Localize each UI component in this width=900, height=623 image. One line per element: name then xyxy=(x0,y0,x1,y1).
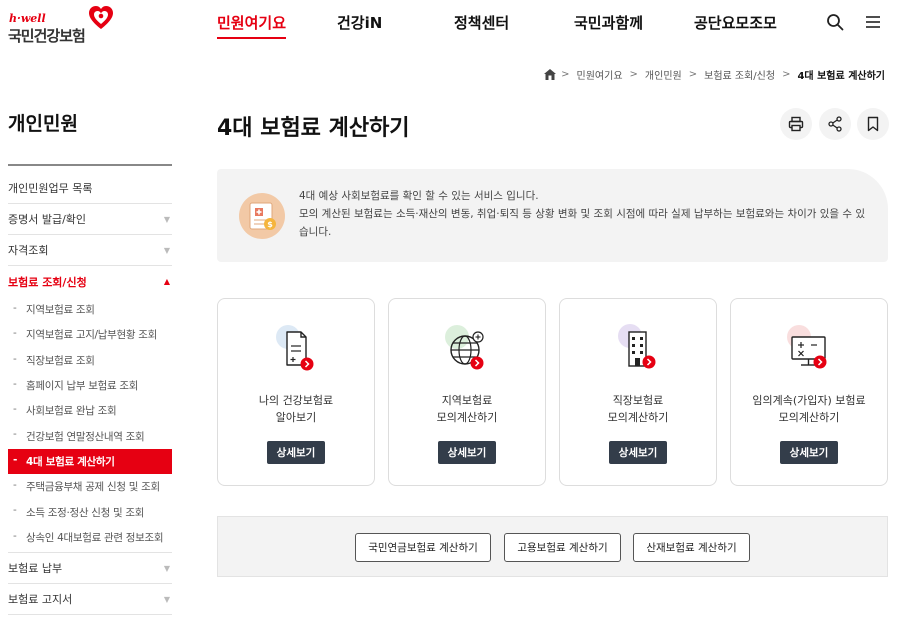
breadcrumb-current: 4대 보험료 계산하기 xyxy=(797,70,885,82)
sidebar-item-notice[interactable]: 보험료 고지서 ▼ xyxy=(8,584,172,615)
submenu-item[interactable]: 홈페이지 납부 보험료 조회 xyxy=(8,373,172,398)
nav-item-policy[interactable]: 정책센터 xyxy=(454,12,509,33)
calculator-cards: 나의 건강보험료 알아보기 상세보기 지역보험료 모의계산하기 상세보기 직장보… xyxy=(217,298,888,486)
search-icon[interactable] xyxy=(826,13,844,31)
chevron-down-icon: ▼ xyxy=(163,563,170,573)
chevron-right-icon: > xyxy=(629,68,638,80)
submenu-item[interactable]: 건강보험 연말정산내역 조회 xyxy=(8,423,172,448)
site-logo[interactable]: h·well 국민건강보험 xyxy=(8,6,118,45)
sidebar-item-label: 자격조회 xyxy=(8,244,49,257)
submenu-item[interactable]: 상속인 4대보험료 관련 정보조회 xyxy=(8,525,172,550)
card-voluntary-premium[interactable]: 임의계속(가입자) 보험료 모의계산하기 상세보기 xyxy=(730,298,888,486)
sidebar-item-label: 증명서 발급/확인 xyxy=(8,213,87,226)
card-title: 임의계속(가입자) 보험료 모의계산하기 xyxy=(752,394,866,424)
sidebar-item-premium-inquiry[interactable]: 보험료 조회/신청 ▲ xyxy=(8,266,172,297)
print-icon xyxy=(788,116,804,132)
sidebar-item-list[interactable]: 개인민원업무 목록 xyxy=(8,173,172,204)
sidebar-item-label: 보험료 조회/신청 xyxy=(8,275,87,289)
breadcrumb-item[interactable]: 민원여기요 xyxy=(577,67,623,82)
chevron-down-icon: ▼ xyxy=(163,246,170,255)
sidebar-menu: 개인민원업무 목록 증명서 발급/확인 ▼ 자격조회 ▼ 보험료 조회/신청 ▲… xyxy=(8,173,172,615)
logo-name: 국민건강보험 xyxy=(8,27,86,45)
sidebar-title: 개인민원 xyxy=(8,113,78,135)
sidebar-item-label: 보험료 납부 xyxy=(8,561,63,575)
sidebar-item-payment[interactable]: 보험료 납부 ▼ xyxy=(8,553,172,584)
svg-text:$: $ xyxy=(267,220,273,229)
globe-icon xyxy=(445,325,484,370)
chevron-down-icon: ▼ xyxy=(163,594,170,604)
bookmark-icon xyxy=(867,116,879,132)
submenu-item[interactable]: 직장보험료 조회 xyxy=(8,348,172,373)
page-title: 4대 보험료 계산하기 xyxy=(217,116,410,141)
submenu-item[interactable]: 사회보험료 완납 조회 xyxy=(8,398,172,423)
menu-icon[interactable] xyxy=(864,13,882,31)
submenu-item[interactable]: 주택금융부채 공제 신청 및 조회 xyxy=(8,474,172,499)
sidebar-item-label: 개인민원업무 목록 xyxy=(8,182,93,195)
detail-button[interactable]: 상세보기 xyxy=(609,441,667,464)
nav-item-about[interactable]: 공단요모조모 xyxy=(694,12,777,33)
card-title: 지역보험료 모의계산하기 xyxy=(436,394,498,424)
submenu-item[interactable]: 지역보험료 고지/납부현황 조회 xyxy=(8,322,172,347)
detail-button[interactable]: 상세보기 xyxy=(438,441,496,464)
info-box: $ 4대 예상 사회보험료를 확인 할 수 있는 서비스 입니다. 모의 계산된… xyxy=(217,169,888,262)
sidebar-item-label: 보험료 고지서 xyxy=(8,592,73,606)
breadcrumb: > 민원여기요 > 개인민원 > 보험료 조회/신청 > 4대 보험료 계산하기 xyxy=(544,66,887,82)
chevron-down-icon: ▼ xyxy=(163,215,170,224)
nav-item-health-in[interactable]: 건강iN xyxy=(337,12,382,33)
card-title: 나의 건강보험료 알아보기 xyxy=(258,394,334,424)
home-icon[interactable] xyxy=(544,68,557,80)
sidebar-submenu: 지역보험료 조회 지역보험료 고지/납부현황 조회 직장보험료 조회 홈페이지 … xyxy=(8,297,172,553)
detail-button[interactable]: 상세보기 xyxy=(780,441,838,464)
employment-insurance-calc-button[interactable]: 고용보험료 계산하기 xyxy=(504,533,621,562)
info-text: 4대 예상 사회보험료를 확인 할 수 있는 서비스 입니다. 모의 계산된 보… xyxy=(299,187,869,241)
insurance-document-icon: $ xyxy=(239,193,285,239)
info-line: 4대 예상 사회보험료를 확인 할 수 있는 서비스 입니다. xyxy=(299,190,539,202)
submenu-item[interactable]: 지역보험료 조회 xyxy=(8,297,172,322)
breadcrumb-item[interactable]: 보험료 조회/신청 xyxy=(704,67,775,82)
nav-item-with-people[interactable]: 국민과함께 xyxy=(574,12,643,33)
detail-button[interactable]: 상세보기 xyxy=(267,441,325,464)
sidebar-item-certificate[interactable]: 증명서 발급/확인 ▼ xyxy=(8,204,172,235)
sidebar-submenu-list: 지역보험료 조회 지역보험료 고지/납부현황 조회 직장보험료 조회 홈페이지 … xyxy=(8,297,172,550)
card-regional-premium[interactable]: 지역보험료 모의계산하기 상세보기 xyxy=(388,298,546,486)
calculator-monitor-icon xyxy=(787,325,827,369)
card-workplace-premium[interactable]: 직장보험료 모의계산하기 상세보기 xyxy=(559,298,717,486)
card-title: 직장보험료 모의계산하기 xyxy=(607,394,669,424)
share-button[interactable] xyxy=(819,108,851,140)
chevron-right-icon: > xyxy=(561,68,570,80)
building-icon xyxy=(618,324,656,369)
other-calculators: 국민연금보험료 계산하기 고용보험료 계산하기 산재보험료 계산하기 xyxy=(217,516,888,577)
bookmark-button[interactable] xyxy=(857,108,889,140)
chevron-right-icon: > xyxy=(688,68,698,80)
submenu-item-active[interactable]: 4대 보험료 계산하기 xyxy=(8,448,172,475)
share-icon xyxy=(828,116,842,132)
chevron-right-icon: > xyxy=(782,68,791,80)
logo-tagline: h·well xyxy=(9,12,46,25)
document-icon xyxy=(276,325,314,371)
sidebar-item-qualification[interactable]: 자격조회 ▼ xyxy=(8,235,172,266)
sidebar-divider xyxy=(8,164,172,166)
card-my-health-premium[interactable]: 나의 건강보험료 알아보기 상세보기 xyxy=(217,298,375,486)
chevron-up-icon: ▲ xyxy=(163,277,170,286)
submenu-item[interactable]: 소득 조정·정산 신청 및 조회 xyxy=(8,499,172,524)
industrial-accident-calc-button[interactable]: 산재보험료 계산하기 xyxy=(633,533,750,562)
heart-logo-icon xyxy=(89,6,113,29)
nav-item-minwon[interactable]: 민원여기요 xyxy=(217,12,287,39)
info-line: 모의 계산된 보험료는 소득·재산의 변동, 취업·퇴직 등 상황 변화 및 조… xyxy=(299,208,866,238)
national-pension-calc-button[interactable]: 국민연금보험료 계산하기 xyxy=(355,533,491,562)
site-header: h·well 국민건강보험 민원여기요 건강iN 정책센터 국민과함께 공단요모… xyxy=(0,0,900,50)
breadcrumb-item[interactable]: 개인민원 xyxy=(645,67,682,82)
print-button[interactable] xyxy=(780,108,812,140)
